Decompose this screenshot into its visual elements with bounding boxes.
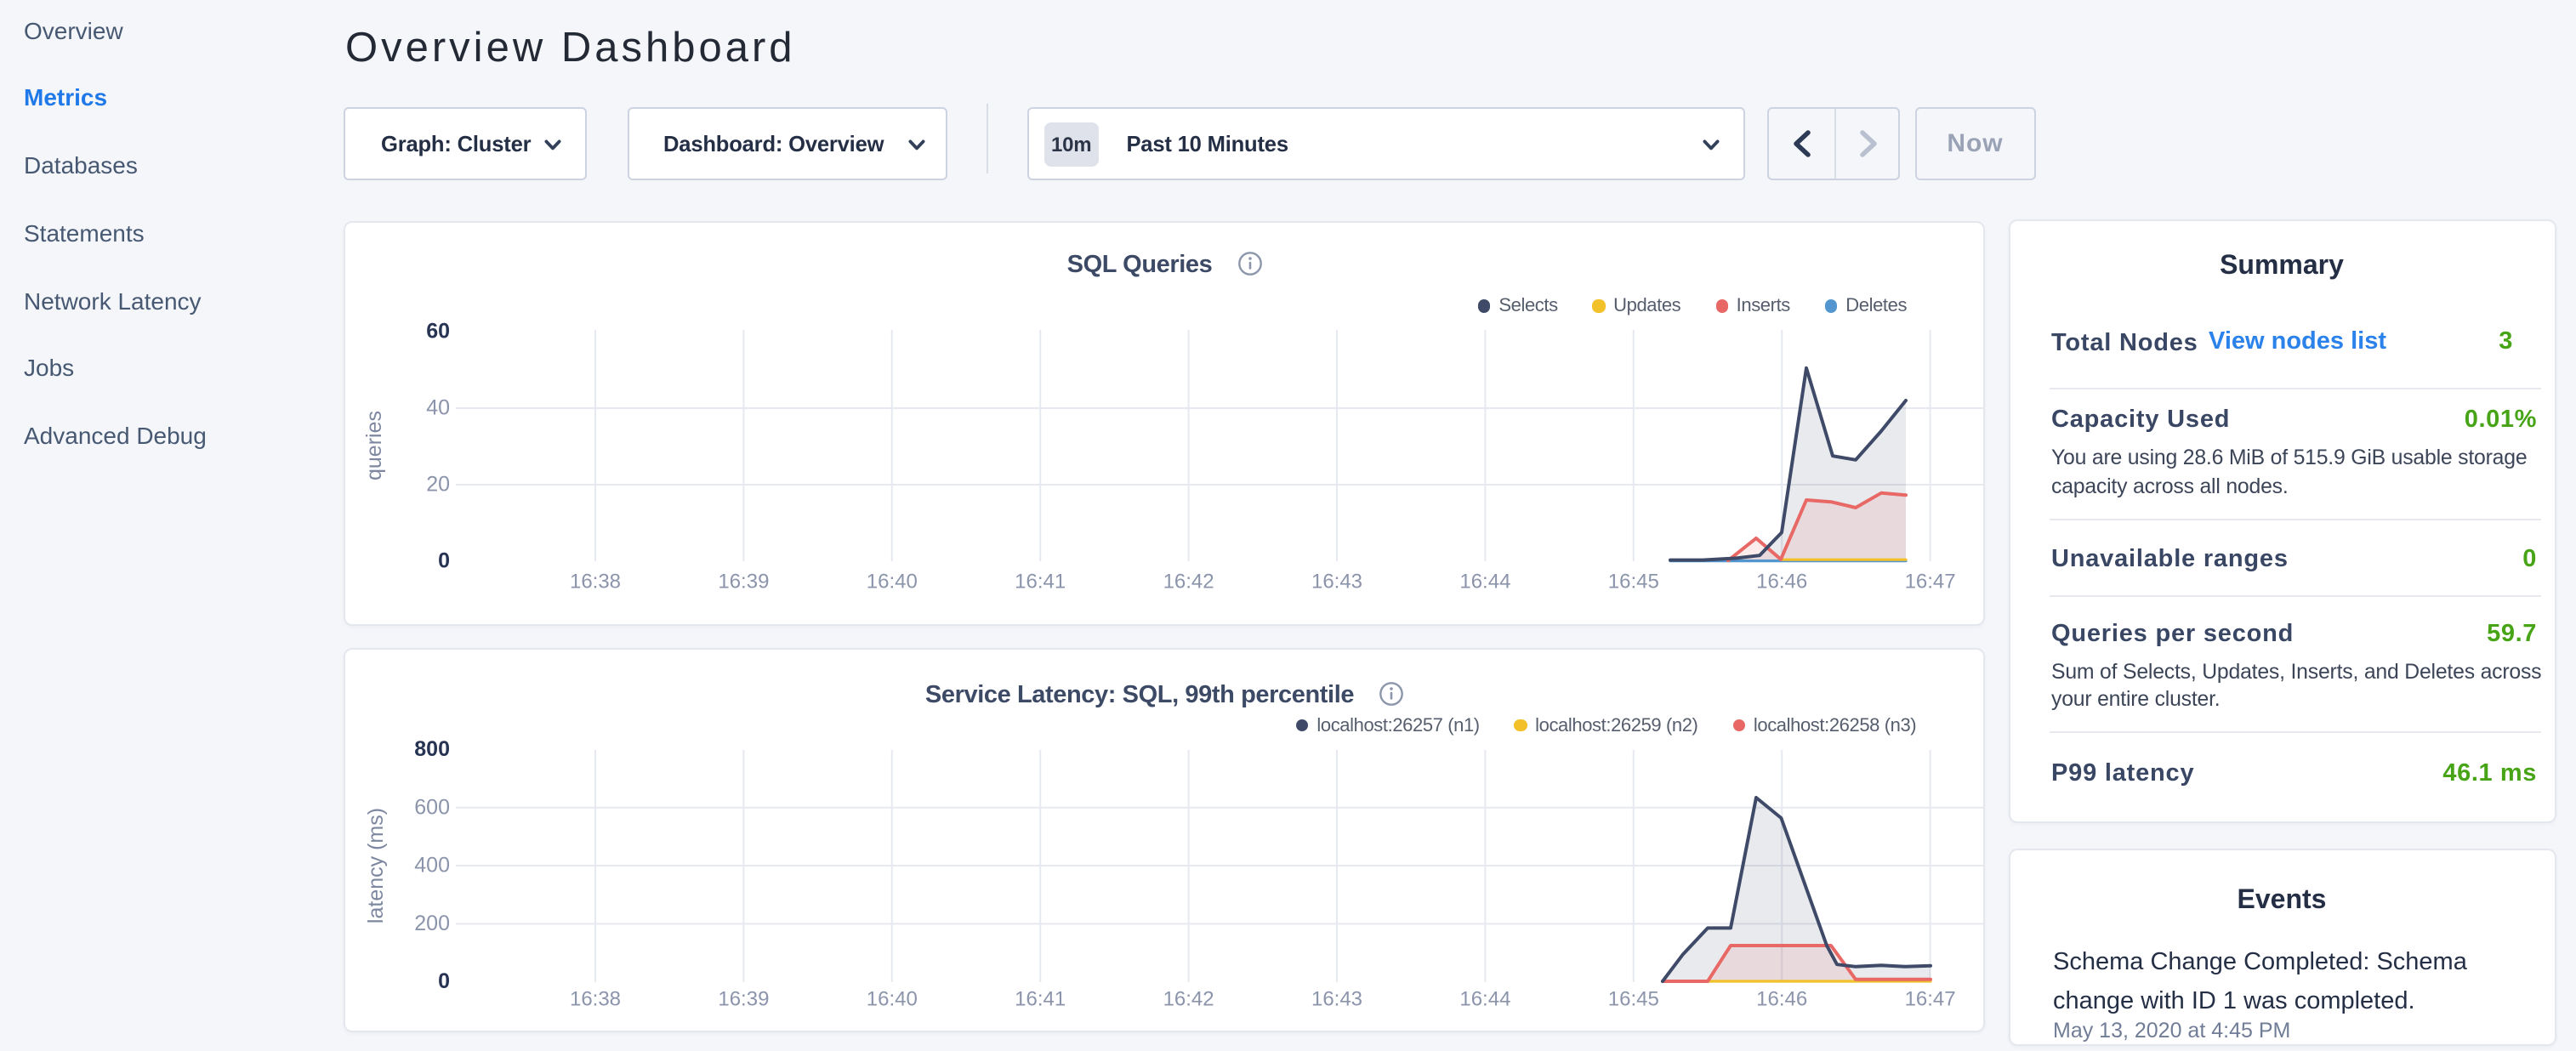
svg-text:16:47: 16:47 (1905, 988, 1956, 1011)
svg-text:16:40: 16:40 (867, 988, 918, 1011)
svg-text:latency (ms): latency (ms) (364, 808, 388, 923)
svg-text:20: 20 (426, 473, 450, 497)
svg-text:16:44: 16:44 (1459, 570, 1510, 593)
svg-text:400: 400 (414, 854, 450, 878)
svg-text:16:42: 16:42 (1163, 988, 1214, 1011)
svg-text:16:41: 16:41 (1015, 570, 1066, 593)
svg-text:16:38: 16:38 (570, 570, 621, 593)
svg-text:16:45: 16:45 (1608, 570, 1659, 593)
svg-text:16:46: 16:46 (1756, 570, 1807, 593)
svg-text:0: 0 (438, 969, 450, 993)
svg-text:16:39: 16:39 (718, 988, 769, 1011)
svg-text:60: 60 (426, 320, 450, 344)
svg-text:40: 40 (426, 396, 450, 420)
svg-text:16:38: 16:38 (570, 988, 621, 1011)
svg-text:16:39: 16:39 (718, 570, 769, 593)
svg-text:800: 800 (414, 737, 450, 761)
svg-text:16:41: 16:41 (1015, 988, 1066, 1011)
svg-text:16:40: 16:40 (867, 570, 918, 593)
svg-text:0: 0 (438, 549, 450, 573)
svg-text:queries: queries (362, 411, 386, 480)
svg-text:600: 600 (414, 795, 450, 819)
svg-text:16:43: 16:43 (1311, 988, 1362, 1011)
svg-text:16:47: 16:47 (1905, 570, 1956, 593)
svg-text:200: 200 (414, 912, 450, 935)
svg-text:16:46: 16:46 (1756, 988, 1807, 1011)
svg-text:16:44: 16:44 (1459, 988, 1510, 1011)
svg-text:16:42: 16:42 (1163, 570, 1214, 593)
svg-text:16:45: 16:45 (1608, 988, 1659, 1011)
svg-text:16:43: 16:43 (1311, 570, 1362, 593)
